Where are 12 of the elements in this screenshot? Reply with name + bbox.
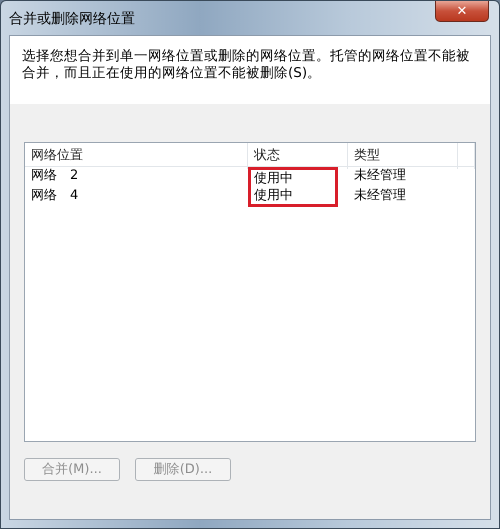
table-cell-text: 未经管理 [353, 187, 407, 205]
instruction-text: 选择您想合并到单一网络位置或删除的网络位置。托管的网络位置不能被合并，而且正在使用的网络位置不能被删除(S)。 [22, 48, 471, 82]
table-cell: 使用中 [248, 187, 338, 207]
table-cell-text: 网络 4 [30, 187, 80, 205]
close-button[interactable]: ✕ [435, 1, 489, 22]
column-header[interactable]: 类型 [348, 143, 458, 168]
table-cell: 使用中 [248, 167, 338, 187]
table-cell-text: 未经管理 [353, 167, 407, 185]
window-title: 合并或删除网络位置 [9, 10, 135, 29]
table-cell-text: 网络 2 [30, 167, 80, 185]
column-header[interactable]: 网络位置 [25, 143, 248, 168]
column-header[interactable]: 状态 [248, 143, 348, 168]
